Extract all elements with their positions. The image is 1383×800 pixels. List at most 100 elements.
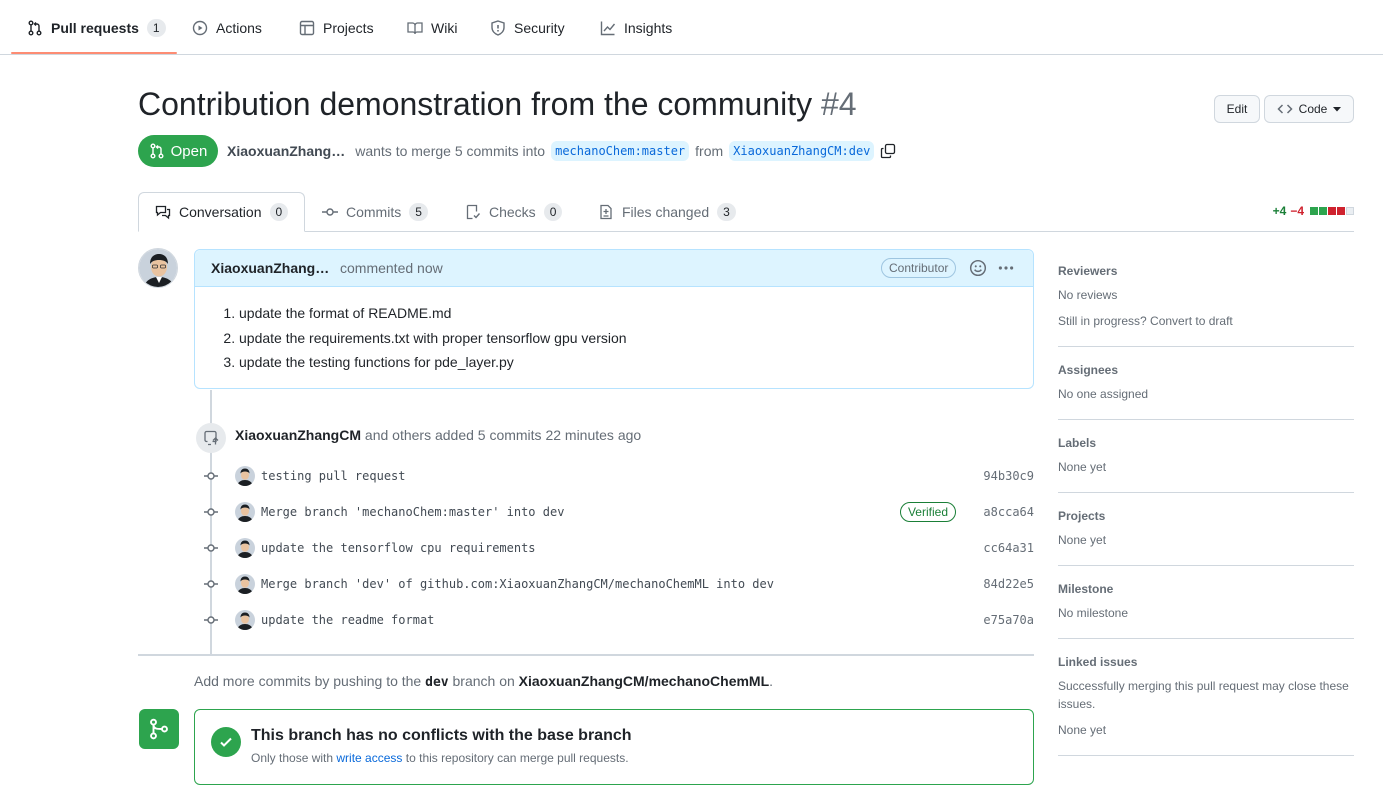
pr-title: Contribution demonstration from the comm… — [138, 86, 813, 122]
nav-label: Insights — [624, 19, 673, 36]
base-branch-label[interactable]: mechanoChem:master — [551, 141, 690, 161]
sidebar-heading[interactable]: Labels — [1058, 436, 1354, 450]
contributor-badge: Contributor — [881, 258, 957, 278]
commit-author-avatar[interactable] — [235, 466, 255, 486]
commit-author-avatar[interactable] — [235, 538, 255, 558]
commit-row: update the readme format e75a70a — [200, 608, 1034, 632]
sidebar-value: Successfully merging this pull request m… — [1058, 679, 1349, 711]
commit-sha-link[interactable]: 84d22e5 — [983, 577, 1034, 591]
copy-icon[interactable] — [880, 143, 896, 159]
nav-wiki[interactable]: Wiki — [407, 0, 457, 55]
commit-message-link[interactable]: update the tensorflow cpu requirements — [261, 541, 536, 555]
sidebar-value: No one assigned — [1058, 387, 1149, 401]
diffstat-bar — [1310, 207, 1354, 215]
sidebar-heading[interactable]: Reviewers — [1058, 264, 1354, 278]
comment-discussion-icon — [155, 204, 171, 220]
diffstat-block — [1310, 207, 1318, 215]
sidebar-heading[interactable]: Projects — [1058, 509, 1354, 523]
play-icon — [192, 20, 208, 36]
code-icon — [1277, 101, 1293, 117]
list-item: update the format of README.md — [239, 301, 1017, 326]
check-icon — [211, 727, 241, 757]
commit-author-avatar[interactable] — [235, 574, 255, 594]
from-text: from — [695, 143, 724, 159]
sidebar-value: None yet — [1058, 460, 1107, 474]
tab-count: 0 — [543, 203, 563, 221]
write-access-link[interactable]: write access — [336, 751, 402, 765]
sidebar-assignees: Assignees No one assigned — [1058, 347, 1354, 420]
commit-row: update the tensorflow cpu requirements c… — [200, 536, 1034, 560]
commit-message-link[interactable]: update the readme format — [261, 613, 434, 627]
tab-commits[interactable]: Commits 5 — [322, 192, 428, 232]
code-button[interactable]: Code — [1264, 95, 1354, 123]
commit-icon — [204, 614, 218, 626]
active-tab-underline — [11, 52, 177, 54]
verified-badge[interactable]: Verified — [899, 502, 956, 522]
smiley-icon[interactable] — [969, 259, 987, 277]
commit-sha-link[interactable]: e75a70a — [983, 613, 1034, 627]
tab-checks[interactable]: Checks 0 — [465, 192, 563, 232]
convert-to-draft-link[interactable]: Still in progress? Convert to draft — [1058, 312, 1354, 330]
nav-projects[interactable]: Projects — [299, 0, 374, 55]
tab-count: 0 — [269, 203, 289, 221]
tab-label: Files changed — [622, 204, 710, 220]
hint-text: Add more commits by pushing to the — [194, 673, 422, 689]
merge-status-subtitle: Only those with write access to this rep… — [251, 751, 629, 765]
commit-row: Merge branch 'dev' of github.com:Xiaoxua… — [200, 572, 1034, 596]
commit-author-avatar[interactable] — [235, 610, 255, 630]
deletions-count: −4 — [1290, 204, 1304, 218]
author-avatar[interactable] — [138, 248, 178, 288]
sidebar-heading[interactable]: Linked issues — [1058, 655, 1354, 669]
hint-branch: dev — [425, 675, 449, 690]
commit-message-link[interactable]: testing pull request — [261, 469, 406, 483]
sidebar-labels: Labels None yet — [1058, 420, 1354, 493]
push-author-link[interactable]: XiaoxuanZhangCM — [235, 427, 361, 443]
commit-icon — [204, 542, 218, 554]
commit-sha-link[interactable]: a8cca64 — [983, 505, 1034, 519]
nav-security[interactable]: Security — [490, 0, 565, 55]
tab-files-changed[interactable]: Files changed 3 — [598, 192, 736, 232]
commit-sha-link[interactable]: 94b30c9 — [983, 469, 1034, 483]
tab-conversation[interactable]: Conversation 0 — [138, 192, 306, 232]
state-badge: Open — [138, 135, 218, 167]
state-label: Open — [170, 142, 208, 160]
sidebar-milestone: Milestone No milestone — [1058, 566, 1354, 639]
nav-insights[interactable]: Insights — [600, 0, 672, 55]
head-branch-label[interactable]: XiaoxuanZhangCM:dev — [729, 141, 875, 161]
nav-label: Wiki — [431, 19, 458, 36]
merge-text: wants to merge 5 commits into — [355, 143, 546, 159]
commit-row: testing pull request 94b30c9 — [200, 464, 1034, 488]
pr-count-badge: 1 — [146, 18, 166, 37]
pr-number: #4 — [820, 86, 857, 122]
commit-icon — [204, 578, 218, 590]
pr-author-link[interactable]: XiaoxuanZhang… — [227, 143, 345, 159]
sidebar-heading[interactable]: Milestone — [1058, 582, 1354, 596]
graph-icon — [600, 20, 616, 36]
kebab-horizontal-icon[interactable] — [997, 259, 1015, 277]
commit-author-avatar[interactable] — [235, 502, 255, 522]
nav-actions[interactable]: Actions — [192, 0, 262, 55]
commit-message-link[interactable]: Merge branch 'mechanoChem:master' into d… — [261, 505, 564, 519]
diffstat-block — [1319, 207, 1327, 215]
nav-pull-requests[interactable]: Pull requests 1 — [27, 0, 166, 55]
comment-author-link[interactable]: XiaoxuanZhang… — [211, 260, 329, 276]
sidebar-value: No milestone — [1058, 606, 1129, 620]
code-label: Code — [1298, 102, 1328, 116]
pr-sidebar: Reviewers No reviews Still in progress? … — [1058, 248, 1354, 756]
commit-sha-link[interactable]: cc64a31 — [983, 541, 1034, 555]
comment-timestamp[interactable]: commented now — [340, 260, 443, 276]
comment-body: update the format of README.md update th… — [195, 287, 1033, 375]
sidebar-reviewers: Reviewers No reviews Still in progress? … — [1058, 248, 1354, 347]
commit-row: Merge branch 'mechanoChem:master' into d… — [200, 500, 1034, 524]
diffstat-block — [1337, 207, 1345, 215]
edit-button[interactable]: Edit — [1214, 95, 1260, 123]
hint-text: . — [769, 673, 774, 689]
list-item: update the requirements.txt with proper … — [239, 326, 1017, 351]
hint-repo-link[interactable]: XiaoxuanZhangCM/mechanoChemML — [519, 673, 769, 689]
caret-down-icon — [1333, 105, 1342, 113]
commit-icon — [204, 506, 218, 518]
commit-message-link[interactable]: Merge branch 'dev' of github.com:Xiaoxua… — [261, 577, 774, 591]
shield-icon — [490, 19, 506, 36]
sidebar-heading[interactable]: Assignees — [1058, 363, 1354, 377]
edit-label: Edit — [1226, 102, 1248, 116]
